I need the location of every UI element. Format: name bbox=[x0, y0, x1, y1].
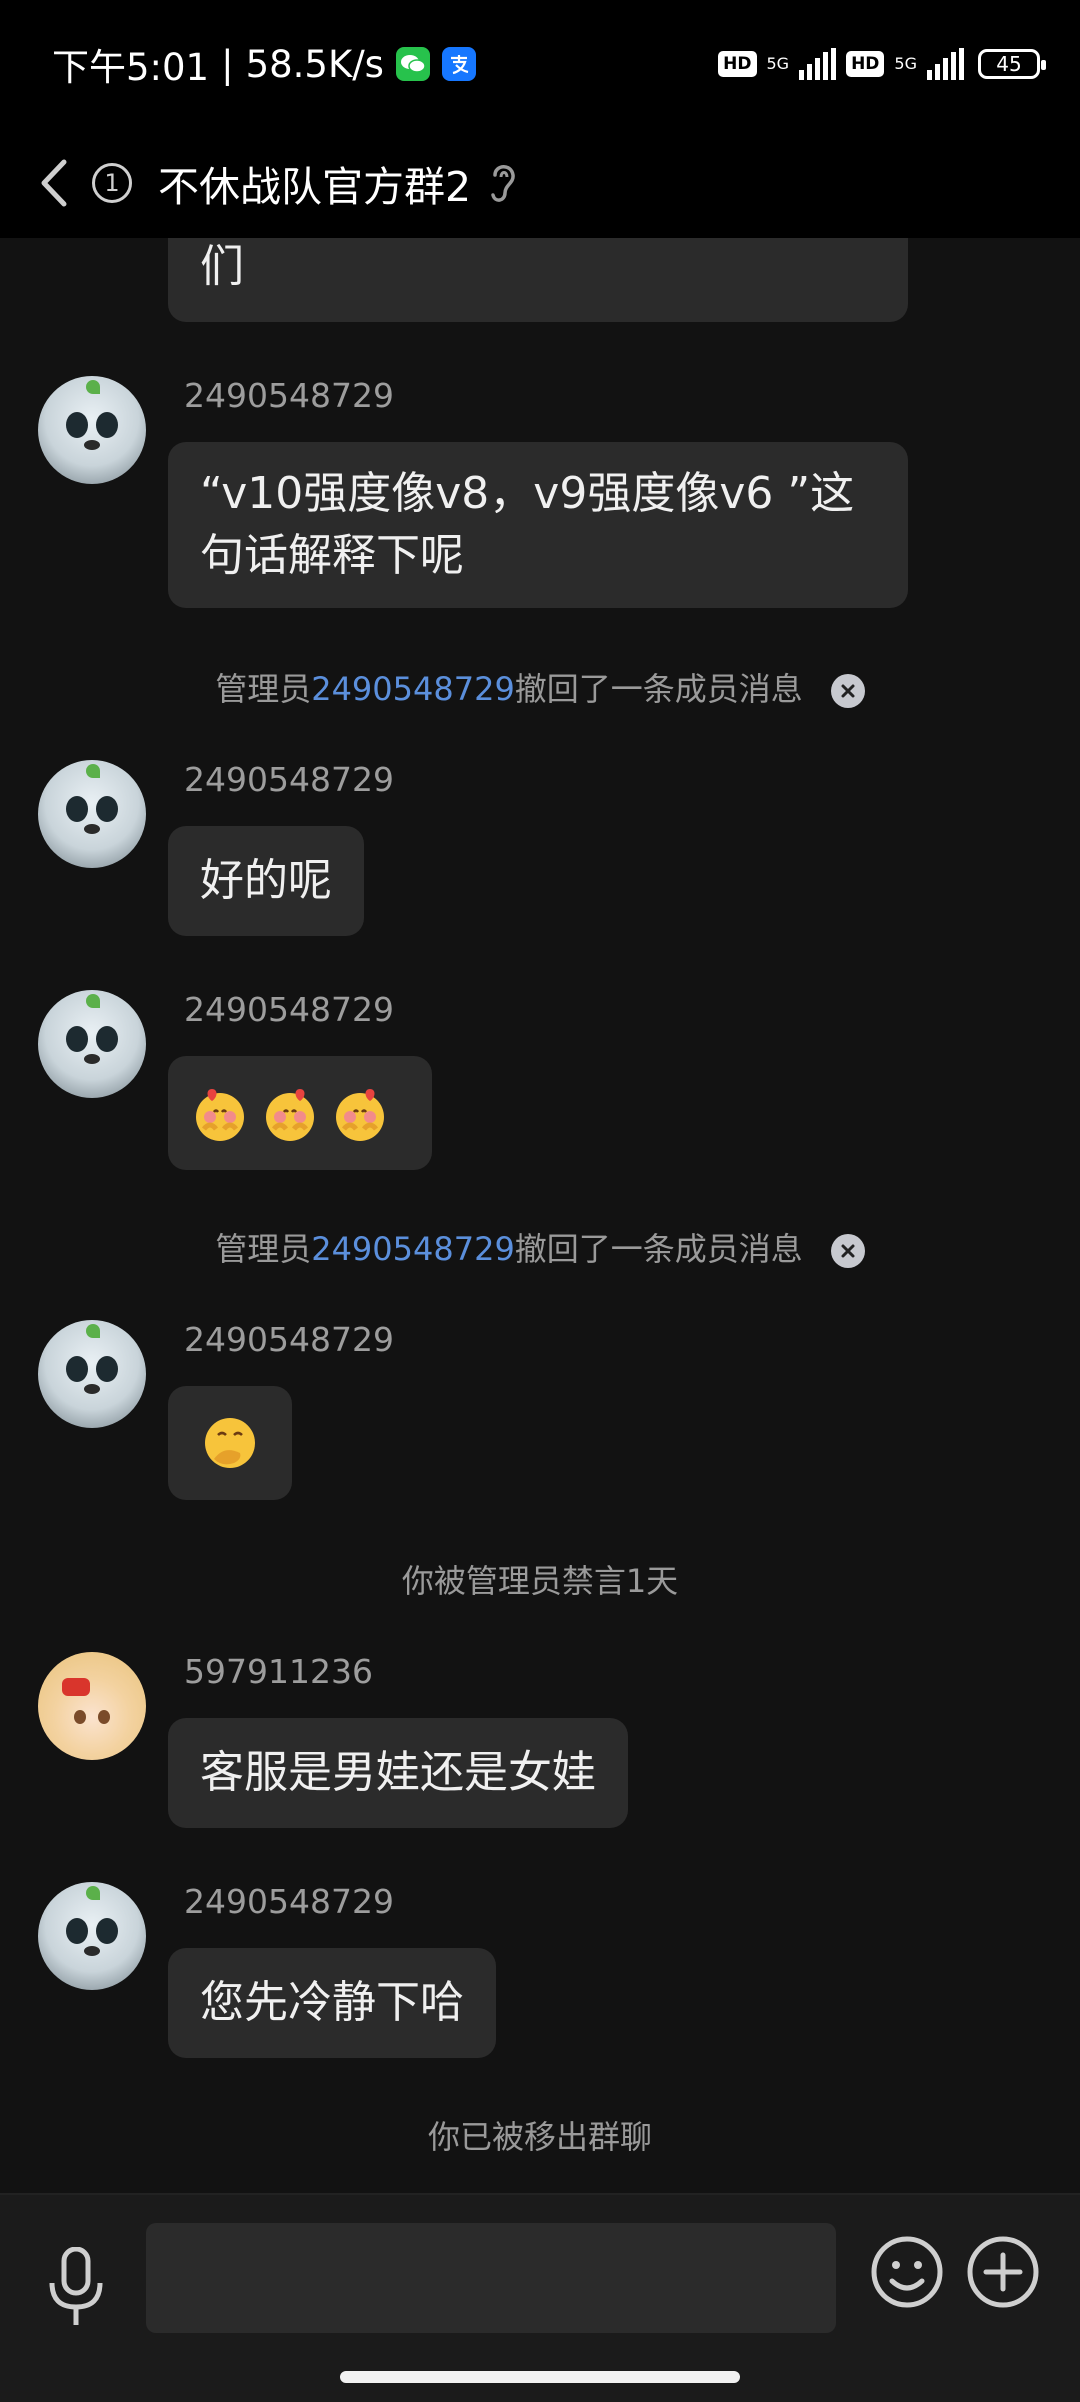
system-prefix: 管理员 bbox=[215, 1230, 312, 1268]
system-notice: 你已被移出群聊 bbox=[0, 2112, 1080, 2158]
system-text: 你已被移出群聊 bbox=[427, 2118, 652, 2156]
battery-icon: 45 bbox=[978, 49, 1046, 79]
system-text: 你被管理员禁言1天 bbox=[401, 1562, 679, 1600]
plus-icon[interactable] bbox=[966, 2235, 1040, 2309]
sender-name: 2490548729 bbox=[184, 990, 394, 1029]
alipay-icon bbox=[441, 47, 476, 81]
group-title[interactable]: 不休战队官方群2 bbox=[158, 153, 471, 213]
system-prefix: 管理员 bbox=[215, 670, 312, 708]
shy-heart-emoji-icon bbox=[266, 1089, 314, 1141]
sender-name: 2490548729 bbox=[184, 1320, 394, 1359]
shy-heart-emoji-icon bbox=[196, 1089, 244, 1141]
message-text: 们 bbox=[200, 241, 244, 292]
battery-level: 45 bbox=[996, 52, 1022, 76]
message-text-line: 句话解释下呢 bbox=[200, 530, 464, 581]
message-text-line: “v10强度像v8，v9强度像v6 ”这 bbox=[200, 468, 855, 519]
home-indicator[interactable] bbox=[340, 2371, 740, 2383]
network-speed: 58.5K/s bbox=[245, 42, 384, 86]
status-left: 下午5:01 | 58.5K/s bbox=[52, 37, 476, 91]
back-arrow-icon[interactable] bbox=[38, 158, 72, 208]
network-type-2-label: 5G bbox=[894, 54, 917, 73]
message-bubble[interactable]: 们 bbox=[168, 238, 908, 322]
network-type-2: 5G bbox=[894, 56, 917, 72]
message-list[interactable]: 们 2490548729 “v10强度像v8，v9强度像v6 ”这 句话解释下呢… bbox=[0, 238, 1080, 2193]
sender-name: 2490548729 bbox=[184, 760, 394, 799]
message-bubble[interactable]: 客服是男娃还是女娃 bbox=[168, 1718, 628, 1828]
message-text: 客服是男娃还是女娃 bbox=[200, 1747, 596, 1798]
chat-header: 1 不休战队官方群2 bbox=[0, 128, 1080, 238]
message-bubble[interactable] bbox=[168, 1386, 292, 1500]
network-type-1-label: 5G bbox=[766, 54, 790, 73]
message-bubble[interactable]: “v10强度像v8，v9强度像v6 ”这 句话解释下呢 bbox=[168, 442, 908, 608]
sender-name: 597911236 bbox=[184, 1652, 373, 1691]
unread-count-badge[interactable]: 1 bbox=[92, 163, 132, 203]
smile-icon[interactable] bbox=[870, 2235, 944, 2309]
status-right: HD 5G HD 5G 45 bbox=[718, 48, 1046, 80]
message-bubble[interactable] bbox=[168, 1056, 432, 1170]
admin-link[interactable]: 2490548729 bbox=[311, 1230, 515, 1268]
sender-name: 2490548729 bbox=[184, 376, 394, 415]
hd-badge-2: HD bbox=[846, 51, 885, 77]
covering-mouth-emoji-icon bbox=[205, 1418, 255, 1468]
input-bar bbox=[0, 2193, 1080, 2402]
clock: 下午5:01 bbox=[52, 46, 210, 89]
unread-count-label: 1 bbox=[104, 169, 120, 197]
message-bubble[interactable]: 好的呢 bbox=[168, 826, 364, 936]
system-suffix: 撤回了一条成员消息 bbox=[514, 1230, 803, 1268]
avatar[interactable] bbox=[38, 376, 146, 484]
avatar[interactable] bbox=[38, 760, 146, 868]
system-suffix: 撤回了一条成员消息 bbox=[514, 670, 803, 708]
signal-2-icon bbox=[927, 48, 964, 80]
dismiss-icon[interactable] bbox=[830, 1234, 865, 1268]
message-bubble[interactable]: 您先冷静下哈 bbox=[168, 1948, 496, 2058]
status-separator: | bbox=[221, 42, 234, 86]
avatar[interactable] bbox=[38, 1652, 146, 1760]
system-notice: 你被管理员禁言1天 bbox=[0, 1556, 1080, 1602]
ear-mode-icon[interactable] bbox=[487, 161, 521, 205]
message-text: 好的呢 bbox=[200, 855, 332, 906]
message-text: 您先冷静下哈 bbox=[200, 1977, 464, 2028]
system-notice: 管理员2490548729撤回了一条成员消息 bbox=[0, 664, 1080, 710]
signal-1-icon bbox=[799, 48, 837, 80]
network-type-1: 5G bbox=[767, 56, 790, 72]
avatar[interactable] bbox=[38, 1320, 146, 1428]
admin-link[interactable]: 2490548729 bbox=[311, 670, 515, 708]
avatar[interactable] bbox=[38, 1882, 146, 1990]
dismiss-icon[interactable] bbox=[830, 674, 865, 708]
system-notice: 管理员2490548729撤回了一条成员消息 bbox=[0, 1224, 1080, 1270]
status-bar: 下午5:01 | 58.5K/s HD 5G HD 5G 45 bbox=[0, 0, 1080, 128]
shy-heart-emoji-icon bbox=[336, 1089, 384, 1141]
mic-icon[interactable] bbox=[44, 2247, 108, 2329]
avatar[interactable] bbox=[38, 990, 146, 1098]
hd-badge-1: HD bbox=[718, 51, 757, 77]
message-input[interactable] bbox=[146, 2223, 836, 2333]
wechat-icon bbox=[395, 47, 430, 81]
sender-name: 2490548729 bbox=[184, 1882, 394, 1921]
